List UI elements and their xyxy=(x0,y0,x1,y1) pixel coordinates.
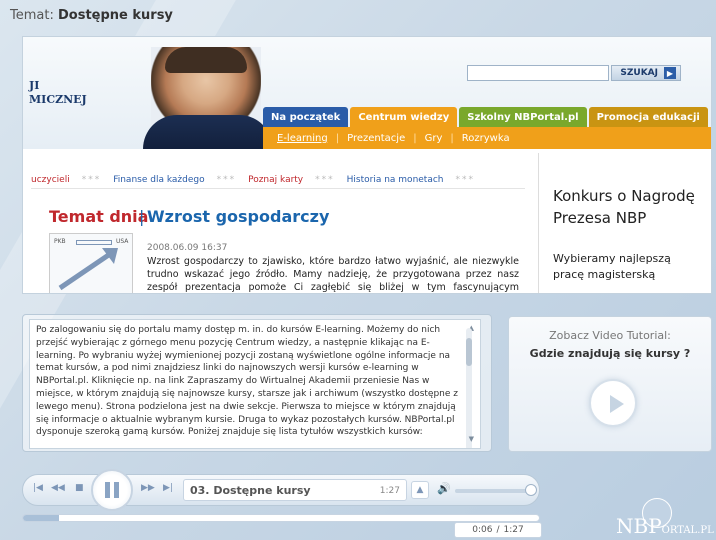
topic-prefix: Temat: xyxy=(10,8,58,23)
scrollbar[interactable] xyxy=(466,328,472,448)
brand-suffix: ORTAL.PL xyxy=(661,525,714,536)
track-length: 1:27 xyxy=(379,486,400,496)
progress-fill xyxy=(23,515,59,521)
article-date: 2008.06.09 16:37 xyxy=(147,243,228,253)
subnav-separator: | xyxy=(335,132,340,144)
volume-icon[interactable]: 🔊 xyxy=(437,482,451,495)
track-name: 03. Dostępne kursy xyxy=(190,484,311,497)
portrait-shirt xyxy=(143,115,273,149)
skip-end-icon[interactable]: ▶| xyxy=(163,483,173,493)
tab-promocja-edukacji[interactable]: Promocja edukacji xyxy=(588,107,708,127)
track-display: 03. Dostępne kursy 1:27 xyxy=(183,479,407,501)
title-separator: | xyxy=(139,207,145,226)
scrollbar-thumb[interactable] xyxy=(466,338,472,366)
video-caption: Zobacz Video Tutorial: xyxy=(549,329,671,342)
pause-icon xyxy=(114,482,119,498)
time-separator: / xyxy=(496,525,500,535)
current-time: 0:06 xyxy=(472,525,493,535)
subnav-rozrywka[interactable]: Rozrywka xyxy=(462,133,510,144)
search-button-label: SZUKAJ xyxy=(620,68,658,78)
rewind-icon[interactable]: ◀◀ xyxy=(51,483,65,493)
site-logo-line: JI xyxy=(29,79,40,92)
article-title[interactable]: Wzrost gospodarczy xyxy=(147,207,329,226)
subnav-prezentacje[interactable]: Prezentacje xyxy=(347,133,405,144)
description-text[interactable]: Po zalogowaniu się do portalu mamy dostę… xyxy=(29,319,481,449)
search-input[interactable] xyxy=(467,65,609,81)
section-title: Temat dnia xyxy=(49,207,149,226)
video-tutorial-panel[interactable]: Zobacz Video Tutorial: Gdzie znajdują si… xyxy=(508,316,712,452)
article-thumbnail[interactable]: PKB USA xyxy=(49,233,133,293)
link-divider: *** xyxy=(216,174,237,185)
sub-nav: E-learning | Prezentacje | Gry | Rozrywk… xyxy=(263,127,711,149)
link-divider: *** xyxy=(81,174,102,185)
konkurs-subtitle: Wybieramy najlepszą pracę magisterską xyxy=(553,252,671,281)
article-body: Wzrost gospodarczy to zjawisko, które ba… xyxy=(147,256,519,293)
play-icon xyxy=(610,395,624,413)
column-divider xyxy=(538,153,539,293)
link-finanse[interactable]: Finanse dla każdego xyxy=(113,175,204,185)
konkurs-title[interactable]: Konkurs o Nagrodę Prezesa NBP xyxy=(553,185,703,229)
brand-main: NBP xyxy=(616,514,662,538)
tab-centrum-wiedzy[interactable]: Centrum wiedzy xyxy=(350,107,458,127)
volume-knob[interactable] xyxy=(525,484,537,496)
scroll-down-icon[interactable]: ▼ xyxy=(469,433,474,446)
fast-forward-icon[interactable]: ▶▶ xyxy=(141,483,155,493)
subnav-gry[interactable]: Gry xyxy=(425,133,443,144)
link-historia[interactable]: Historia na monetach xyxy=(347,175,444,185)
topic-bar: Temat: Dostępne kursy xyxy=(10,8,173,32)
time-display: 0:06 / 1:27 xyxy=(454,522,542,538)
nbp-logo: NBPORTAL.PL xyxy=(612,498,714,538)
screenshot-frame: JI MICZNEJ SZUKAJ ▶ Na początek Centrum … xyxy=(22,36,712,294)
arrow-right-icon: ▶ xyxy=(664,67,676,79)
pause-button[interactable] xyxy=(91,469,133,511)
subnav-e-learning[interactable]: E-learning xyxy=(277,133,328,144)
video-play-button[interactable] xyxy=(589,379,637,427)
total-time: 1:27 xyxy=(503,525,524,535)
site-logo-line: MICZNEJ xyxy=(29,93,87,107)
subnav-separator: | xyxy=(450,132,454,144)
link-nauczyciele[interactable]: uczycieli xyxy=(31,175,70,185)
site-logo: JI MICZNEJ xyxy=(29,79,87,108)
main-nav: Na początek Centrum wiedzy Szkolny NBPor… xyxy=(263,107,708,127)
chart-arrow-icon xyxy=(58,248,118,291)
tab-szkolny-nbportal[interactable]: Szkolny NBPortal.pl xyxy=(459,107,587,127)
description-body: Po zalogowaniu się do portalu mamy dostę… xyxy=(36,325,458,438)
link-divider: *** xyxy=(455,174,476,185)
chevron-up-icon[interactable]: ▲ xyxy=(411,481,429,499)
link-poznaj-karty[interactable]: Poznaj karty xyxy=(248,175,303,185)
progress-bar[interactable] xyxy=(22,514,540,522)
description-panel: Po zalogowaniu się do portalu mamy dostę… xyxy=(22,314,492,452)
pause-icon xyxy=(105,482,110,498)
video-title: Gdzie znajdują się kursy ? xyxy=(529,347,691,360)
topic-title: Dostępne kursy xyxy=(57,8,173,23)
featured-links: uczycieli *** Finanse dla każdego *** Po… xyxy=(31,171,525,189)
portrait-hair xyxy=(165,47,247,73)
link-divider: *** xyxy=(315,174,335,185)
volume-slider[interactable] xyxy=(455,489,527,493)
skip-start-icon[interactable]: |◀ xyxy=(33,483,43,493)
stop-icon[interactable]: ■ xyxy=(75,483,84,493)
search-button[interactable]: SZUKAJ ▶ xyxy=(611,65,681,81)
player-controls: |◀ ◀◀ ■ ▶▶ ▶| 03. Dostępne kursy 1:27 ▲ … xyxy=(22,469,540,511)
subnav-separator: | xyxy=(413,132,417,144)
tab-na-poczatek[interactable]: Na początek xyxy=(263,107,349,127)
